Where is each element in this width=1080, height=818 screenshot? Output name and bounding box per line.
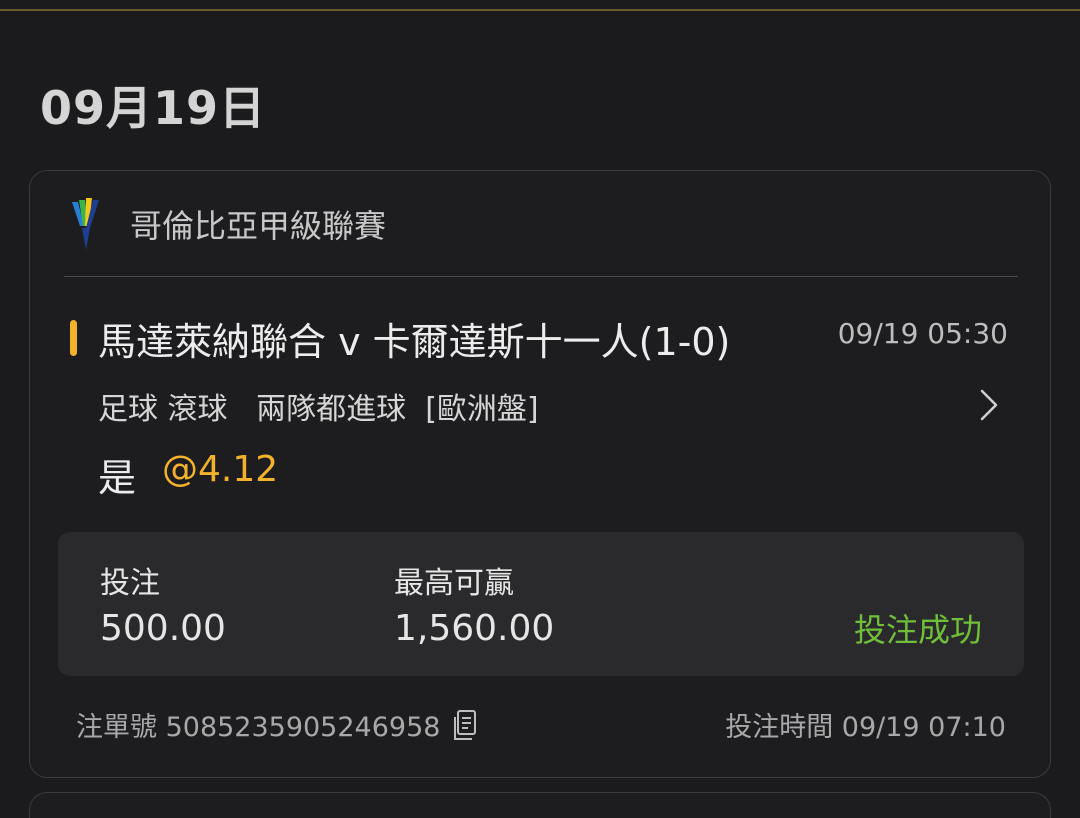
selection: 是 [98, 456, 137, 500]
ticket-number-row: 注單號 5085235905246958 [76, 705, 480, 744]
chevron-right-icon[interactable] [976, 387, 1000, 423]
league-logo-icon [72, 198, 99, 250]
match-time: 09/19 05:30 [837, 317, 1008, 350]
league-row: 哥倫比亞甲級聯賽 [70, 195, 386, 253]
max-win-label: 最高可贏 [394, 566, 514, 601]
stake-value: 500.00 [100, 608, 226, 649]
ticket-number: 注單號 5085235905246958 [76, 712, 441, 743]
stake-label: 投注 [100, 566, 160, 601]
copy-icon[interactable] [454, 709, 480, 741]
max-win-value: 1,560.00 [394, 608, 555, 649]
next-bet-card[interactable] [29, 792, 1051, 818]
date-header: 09月19日 [40, 81, 267, 135]
league-name: 哥倫比亞甲級聯賽 [130, 207, 387, 245]
match-name: 馬達萊納聯合 v 卡爾達斯十一人(1-0) [98, 320, 731, 364]
odds: @4.12 [162, 449, 279, 490]
match-indicator-bar [70, 320, 77, 356]
stake-summary-box: 投注 500.00 最高可贏 1,560.00 投注成功 [58, 532, 1024, 676]
top-divider [0, 9, 1080, 11]
market-description: 足球 滾球 兩隊都進球 [歐洲盤] [98, 392, 539, 427]
card-divider [64, 276, 1018, 277]
bet-card[interactable]: 哥倫比亞甲級聯賽 馬達萊納聯合 v 卡爾達斯十一人(1-0) 09/19 05:… [29, 170, 1051, 778]
bet-time: 投注時間 09/19 07:10 [725, 712, 1006, 743]
bet-status: 投注成功 [853, 611, 982, 649]
